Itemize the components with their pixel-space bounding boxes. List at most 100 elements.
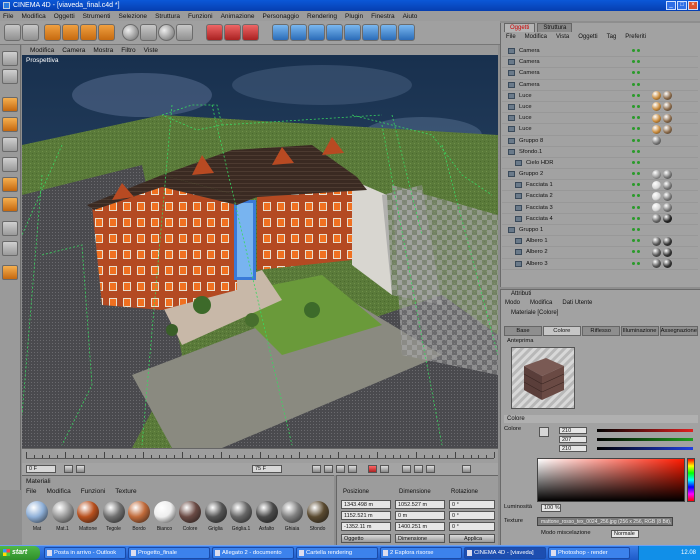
color-picker-field[interactable] (537, 458, 685, 502)
next-key-icon[interactable] (336, 465, 345, 473)
object-row[interactable]: Gruppo 1 (502, 225, 698, 237)
close-button[interactable]: × (688, 1, 698, 10)
visibility-dots[interactable] (632, 127, 642, 132)
use-point-tool-icon[interactable] (2, 117, 18, 132)
rotation-h-field[interactable]: 0 ° (449, 500, 495, 509)
material-tag-icon[interactable] (663, 236, 672, 246)
brightness-field[interactable]: 100 % (541, 504, 561, 512)
visibility-dots[interactable] (632, 183, 642, 188)
material-tag-icon[interactable] (652, 247, 661, 257)
material-tag-icon[interactable] (663, 102, 672, 112)
menu-file[interactable]: File (3, 13, 13, 20)
visibility-dots[interactable] (632, 60, 642, 65)
object-row[interactable]: Sfondo.1 (502, 147, 698, 158)
scale-tool-icon[interactable] (80, 24, 97, 41)
position-y-field[interactable]: 1152.521 m (341, 511, 391, 520)
object-row[interactable]: Gruppo 8 (502, 136, 698, 147)
menu-personaggio[interactable]: Personaggio (263, 13, 300, 20)
mat-menu-file[interactable]: File (26, 488, 36, 495)
visibility-dots[interactable] (632, 71, 642, 76)
material-tag-icon[interactable] (663, 180, 672, 190)
start-button[interactable]: start (0, 546, 40, 560)
position-z-field[interactable]: -1352.11 m (341, 522, 391, 531)
taskbar-item[interactable]: Progetto_finale (128, 547, 210, 559)
move-tool-icon[interactable] (62, 24, 79, 41)
menu-funzioni[interactable]: Funzioni (188, 13, 213, 20)
rgb-value-field[interactable]: 210 (559, 427, 587, 434)
visibility-dots[interactable] (632, 49, 642, 54)
tab-colore[interactable]: Colore (542, 326, 581, 336)
obj-menu-tag[interactable]: Tag (607, 34, 617, 43)
material-thumbnail[interactable] (179, 501, 201, 523)
menu-aiuto[interactable]: Aiuto (403, 13, 418, 20)
material-tag-icon[interactable] (663, 191, 672, 201)
object-row[interactable]: Camera (502, 68, 698, 80)
undo-icon[interactable] (4, 24, 21, 41)
size-y-field[interactable]: 0 m (395, 511, 445, 520)
menu-rendering[interactable]: Rendering (307, 13, 337, 20)
menu-struttura[interactable]: Struttura (155, 13, 180, 20)
rgb-value-field[interactable]: 210 (559, 445, 587, 452)
size-mode-dropdown[interactable]: Dimensione (395, 534, 445, 543)
visibility-dots[interactable] (632, 228, 642, 233)
material-thumbnail[interactable] (51, 501, 74, 523)
visibility-dots[interactable] (632, 205, 642, 211)
go-to-start-icon[interactable] (64, 465, 73, 473)
rgb-value-field[interactable]: 207 (559, 436, 587, 443)
taskbar-item[interactable]: Allegato 2 - documento (212, 547, 294, 559)
material-tag-icon[interactable] (652, 214, 661, 224)
deformer-icon[interactable] (344, 24, 361, 41)
material-tag-icon[interactable] (652, 259, 661, 269)
viewport-menu-camera[interactable]: Camera (62, 47, 85, 54)
key-rotation-icon[interactable] (426, 465, 435, 473)
rotation-b-field[interactable]: 0 ° (449, 522, 495, 531)
material-tag-icon[interactable] (652, 191, 661, 201)
coordinate-system-icon[interactable] (176, 24, 193, 41)
material-tag-icon[interactable] (652, 236, 661, 246)
taskbar-item[interactable]: Photoshop - render (548, 547, 630, 559)
rgb-slider[interactable] (597, 447, 693, 450)
visibility-dots[interactable] (632, 93, 642, 99)
taskbar-item[interactable]: Posta in arrivo - Outlook (44, 547, 126, 559)
use-polygon-tool-icon[interactable] (2, 157, 18, 172)
redo-icon[interactable] (22, 24, 39, 41)
taskbar-item[interactable]: 2 Esplora risorse (380, 547, 462, 559)
visibility-dots[interactable] (632, 216, 642, 222)
material-thumbnail[interactable] (153, 501, 176, 523)
visibility-dots[interactable] (632, 250, 642, 255)
visibility-dots[interactable] (632, 104, 642, 110)
apply-button[interactable]: Applica (449, 534, 495, 543)
position-x-field[interactable]: 1343.498 m (341, 500, 391, 509)
object-row[interactable]: Albero 2 (502, 247, 698, 259)
mat-menu-modifica[interactable]: Modifica (46, 488, 70, 495)
material-tag-icon[interactable] (663, 259, 672, 269)
timeline-ruler[interactable] (26, 452, 495, 459)
viewport-menu-filtro[interactable]: Filtro (121, 47, 135, 54)
material-tag-icon[interactable] (652, 203, 661, 213)
menu-animazione[interactable]: Animazione (221, 13, 255, 20)
playback-options-icon[interactable] (462, 465, 471, 473)
use-model-tool-icon[interactable] (2, 51, 18, 66)
rgb-slider[interactable] (597, 429, 693, 432)
material-tag-icon[interactable] (652, 113, 661, 123)
end-frame-field[interactable]: 75 F (252, 465, 282, 473)
viewport-menu-mostra[interactable]: Mostra (93, 47, 113, 54)
object-row[interactable]: Camera (502, 46, 698, 58)
timeline[interactable] (22, 448, 498, 463)
object-row[interactable]: Cielo HDR (502, 158, 698, 170)
obj-menu-vista[interactable]: Vista (556, 34, 569, 43)
use-object-tool-icon[interactable] (2, 69, 18, 84)
material-thumbnail[interactable] (204, 501, 227, 523)
use-object-axis-icon[interactable] (2, 97, 18, 112)
visibility-dots[interactable] (632, 160, 642, 166)
color-swatch[interactable] (539, 427, 549, 437)
snap-icon[interactable] (2, 241, 18, 256)
tab-base[interactable]: Base (504, 326, 542, 336)
material-thumbnail[interactable] (102, 501, 125, 523)
workplane-icon[interactable] (2, 265, 18, 280)
material-thumbnail[interactable] (77, 501, 99, 523)
previous-key-icon[interactable] (76, 465, 85, 473)
material-tag-icon[interactable] (652, 169, 661, 179)
taskbar-item[interactable]: CINEMA 4D - [viaveda] (464, 547, 546, 559)
visibility-dots[interactable] (632, 149, 642, 155)
